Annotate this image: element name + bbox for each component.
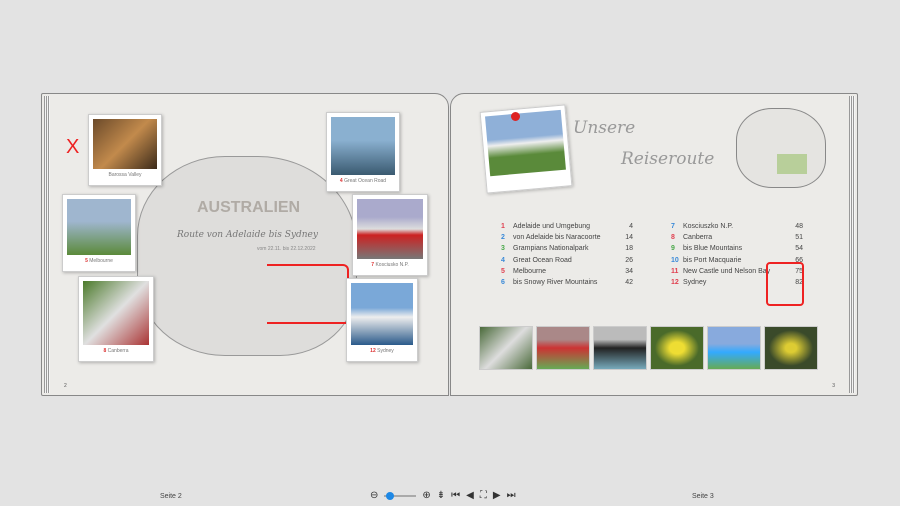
thumbnail[interactable]	[764, 326, 818, 370]
toc-number: 7	[671, 223, 675, 230]
toc-entry[interactable]: 6 bis Snowy River Mountains 42	[501, 279, 633, 290]
right-page-label: Seite 3	[692, 493, 714, 500]
toc-title: bis Snowy River Mountains	[513, 278, 598, 286]
toc-page: 51	[795, 234, 803, 242]
previous-page-icon[interactable]: ◀	[466, 490, 474, 501]
toc-page: 14	[625, 234, 633, 242]
toc-title: Kosciuszko N.P.	[683, 223, 734, 230]
toc-number: 9	[671, 245, 675, 253]
left-page: X AUSTRALIEN Route von Adelaide bis Sydn…	[41, 93, 449, 396]
red-annotation	[267, 264, 349, 324]
photo-sydney[interactable]: 12 Sydney	[346, 278, 418, 362]
photo-great-ocean-road[interactable]: 4 Great Ocean Road	[326, 112, 400, 192]
toc-title: Canberra	[683, 234, 713, 242]
add-page-icon[interactable]: ⇟	[437, 490, 445, 501]
australia-map	[137, 156, 357, 356]
toc-number: 12	[671, 278, 679, 286]
thumbnail[interactable]	[707, 326, 761, 370]
toc-entry[interactable]: 3 Grampians Nationalpark 18	[501, 245, 633, 256]
toc-page: 42	[625, 278, 633, 286]
page-edge	[44, 96, 50, 393]
route-title-1: Unsere	[573, 118, 636, 138]
toc-column-1: 1 Adelaide und Umgebung 4 2 von Adelaide bis…	[501, 223, 633, 290]
route-title-2: Reiseroute	[621, 149, 715, 169]
toc-title: von Adelaide bis Naracoorte	[513, 234, 601, 242]
left-page-label: Seite 2	[160, 493, 182, 500]
red-x-mark: X	[66, 136, 80, 158]
toc-page: 18	[625, 245, 633, 253]
toc-title: Melbourne	[513, 267, 547, 275]
australia-mini-map	[736, 108, 826, 188]
toc-number: 10	[671, 256, 679, 264]
map-subtitle: Route von Adelaide bis Sydney	[177, 230, 318, 240]
photo-barossa[interactable]: Barossa Valley	[88, 114, 162, 186]
map-date: vom 22.11. bis 22.12.2022	[257, 246, 316, 252]
zoom-in-icon[interactable]: ⊕	[422, 490, 430, 501]
red-annotation	[766, 262, 804, 306]
toc-number: 4	[501, 256, 505, 264]
toc-entry[interactable]: 7 Kosciuszko N.P. 48	[671, 223, 803, 234]
toc-number: 6	[501, 278, 505, 286]
toc-page: 34	[625, 267, 633, 275]
toc-page: 48	[795, 223, 803, 230]
toc-number: 2	[501, 234, 505, 242]
page-edge	[849, 96, 855, 393]
toc-title: Great Ocean Road	[513, 256, 572, 264]
thumbnail[interactable]	[479, 326, 533, 370]
page-number: 2	[64, 383, 67, 389]
thumbnail[interactable]	[536, 326, 590, 370]
fit-screen-icon[interactable]: ⛶	[480, 490, 487, 501]
toc-title: Adelaide und Umgebung	[513, 223, 591, 230]
toc-entry[interactable]: 2 von Adelaide bis Naracoorte 14	[501, 234, 633, 245]
toc-number: 1	[501, 223, 505, 230]
toc-number: 3	[501, 245, 505, 253]
zoom-slider-knob[interactable]	[386, 491, 395, 500]
first-page-icon[interactable]: ⏮	[451, 490, 460, 501]
toc-entry[interactable]: 5 Melbourne 34	[501, 268, 633, 279]
zoom-out-icon[interactable]: ⊖	[370, 490, 378, 501]
toc-entry[interactable]: 4 Great Ocean Road 26	[501, 257, 633, 268]
toc-number: 8	[671, 234, 675, 242]
zoom-slider[interactable]	[384, 491, 417, 500]
photo-campervan[interactable]	[479, 104, 573, 194]
pin-icon	[511, 112, 520, 121]
toc-page: 4	[629, 223, 633, 230]
right-page: Unsere Reiseroute 1 Adelaide und Umgebung…	[450, 93, 858, 396]
toc-entry[interactable]: 9 bis Blue Mountains 54	[671, 245, 803, 256]
toc-title: Grampians Nationalpark	[513, 245, 589, 253]
toc-entry[interactable]: 8 Canberra 51	[671, 234, 803, 245]
next-page-icon[interactable]: ▶	[493, 490, 501, 501]
toc-entry[interactable]: 1 Adelaide und Umgebung 4	[501, 223, 633, 234]
last-page-icon[interactable]: ⏭	[507, 490, 516, 501]
viewer-toolbar: ⊖ ⊕ ⇟ ⏮ ◀ ⛶ ▶ ⏭	[370, 490, 516, 501]
toc-number: 5	[501, 267, 505, 275]
toc-page: 26	[625, 256, 633, 264]
photo-melbourne[interactable]: 5 Melbourne	[62, 194, 136, 272]
toc-title: bis Blue Mountains	[683, 245, 743, 253]
thumbnail[interactable]	[650, 326, 704, 370]
toc-number: 11	[671, 267, 679, 275]
page-number: 3	[832, 383, 835, 389]
map-title: AUSTRALIEN	[197, 199, 301, 216]
toc-page: 54	[795, 245, 803, 253]
thumbnail[interactable]	[593, 326, 647, 370]
photo-canberra[interactable]: 8 Canberra	[78, 276, 154, 362]
photo-kosciusko[interactable]: 7 Kosciusko N.P.	[352, 194, 428, 276]
